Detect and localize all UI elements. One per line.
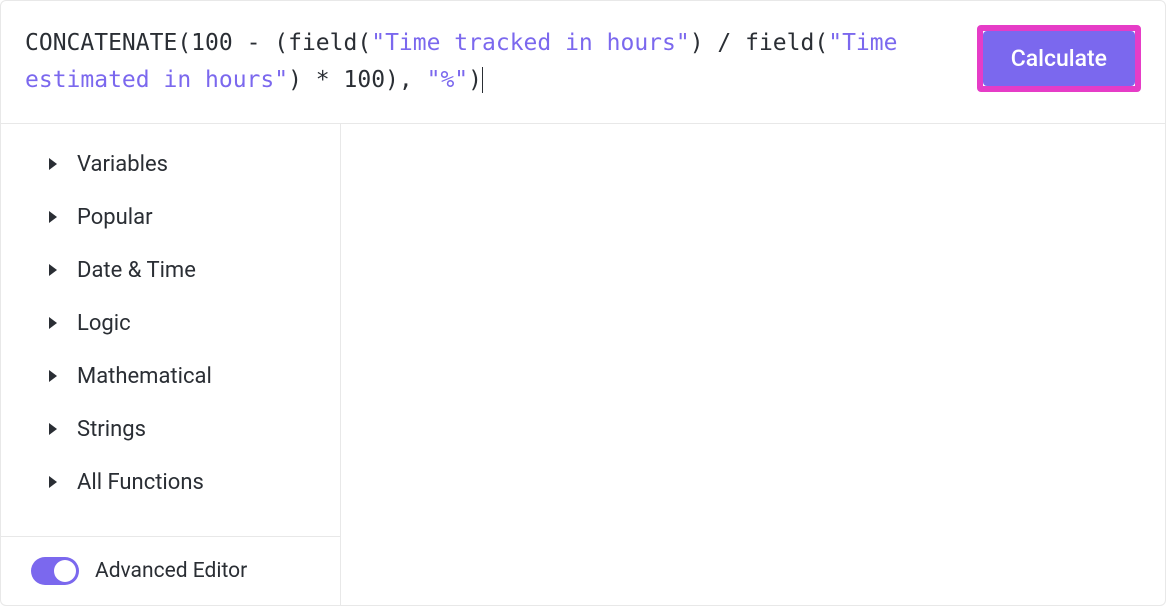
sidebar-footer: Advanced Editor [1, 536, 340, 605]
chevron-right-icon [49, 476, 57, 488]
sidebar: Variables Popular Date & Time Logic Mathemat… [1, 124, 341, 605]
category-label: Date & Time [77, 258, 196, 283]
calculate-button-highlight: Calculate [977, 25, 1141, 92]
category-label: Popular [77, 205, 153, 230]
category-label: All Functions [77, 470, 204, 495]
chevron-right-icon [49, 158, 57, 170]
content-area [341, 124, 1165, 605]
formula-token-func: field [745, 30, 814, 56]
formula-token-func: field [288, 30, 357, 56]
category-label: Logic [77, 311, 131, 336]
formula-token-plain: ) [468, 67, 482, 93]
category-item-strings[interactable]: Strings [1, 403, 340, 456]
chevron-right-icon [49, 370, 57, 382]
text-cursor [482, 67, 483, 93]
category-list: Variables Popular Date & Time Logic Mathemat… [1, 124, 340, 536]
category-item-logic[interactable]: Logic [1, 297, 340, 350]
category-label: Strings [77, 417, 146, 442]
formula-token-plain: ) * 100), [288, 67, 426, 93]
chevron-right-icon [49, 264, 57, 276]
advanced-editor-label: Advanced Editor [95, 559, 247, 583]
calculate-button[interactable]: Calculate [983, 31, 1135, 86]
formula-editor-container: CONCATENATE(100 - (field("Time tracked i… [0, 0, 1166, 606]
main-area: Variables Popular Date & Time Logic Mathemat… [1, 124, 1165, 605]
category-item-popular[interactable]: Popular [1, 191, 340, 244]
category-label: Variables [77, 152, 168, 177]
category-item-date-time[interactable]: Date & Time [1, 244, 340, 297]
formula-token-plain: ) / [690, 30, 745, 56]
category-item-all-functions[interactable]: All Functions [1, 456, 340, 509]
toggle-knob [54, 560, 76, 582]
formula-token-plain: ( [357, 30, 371, 56]
formula-bar: CONCATENATE(100 - (field("Time tracked i… [1, 1, 1165, 124]
formula-token-plain: ( [814, 30, 828, 56]
chevron-right-icon [49, 317, 57, 329]
advanced-editor-toggle[interactable] [31, 557, 79, 585]
formula-token-plain: (100 - ( [177, 30, 288, 56]
category-item-variables[interactable]: Variables [1, 138, 340, 191]
formula-token-str: "Time tracked in hours" [371, 30, 690, 56]
category-item-mathematical[interactable]: Mathematical [1, 350, 340, 403]
chevron-right-icon [49, 423, 57, 435]
formula-input[interactable]: CONCATENATE(100 - (field("Time tracked i… [25, 25, 977, 99]
formula-token-str: "%" [427, 67, 469, 93]
formula-token-func: CONCATENATE [25, 30, 177, 56]
chevron-right-icon [49, 211, 57, 223]
category-label: Mathematical [77, 364, 212, 389]
